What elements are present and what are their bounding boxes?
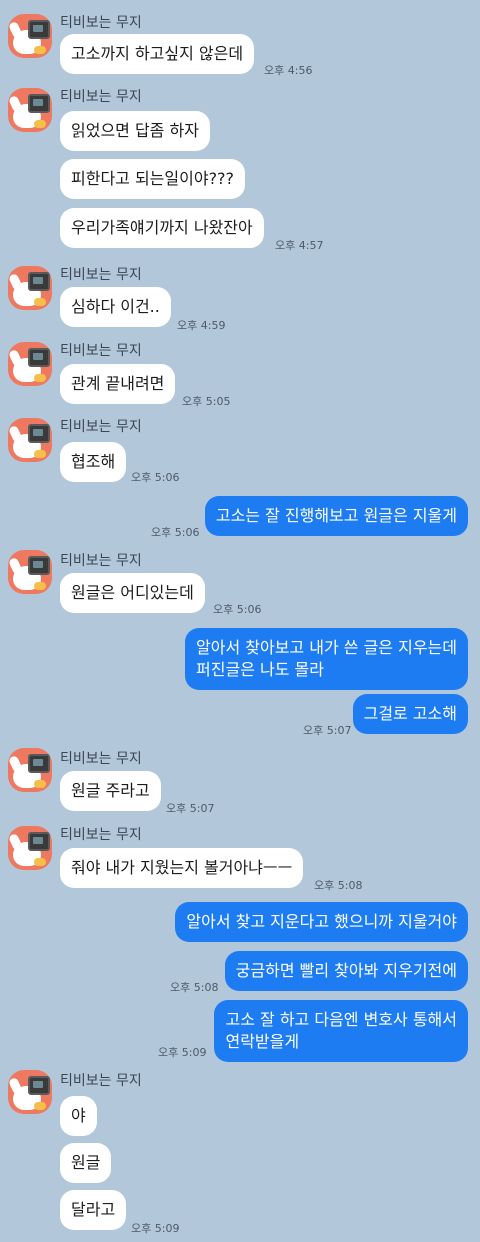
message-time: 오후 5:07 xyxy=(303,724,352,737)
message-bubble-outgoing[interactable]: 알아서 찾고 지운다고 했으니까 지울거야 xyxy=(175,902,468,942)
contact-avatar[interactable] xyxy=(8,342,52,386)
tv-icon xyxy=(28,272,50,291)
tv-icon xyxy=(28,1076,50,1095)
message-bubble-incoming[interactable]: 협조해 xyxy=(60,442,127,482)
message-bubble-outgoing[interactable]: 고소는 잘 진행해보고 원글은 지울게 xyxy=(204,496,468,536)
tv-icon xyxy=(28,424,50,443)
contact-avatar[interactable] xyxy=(8,826,52,870)
avatar-foot xyxy=(34,780,46,788)
message-bubble-incoming[interactable]: 야 xyxy=(60,1096,97,1136)
message-bubble-incoming[interactable]: 피한다고 되는일이야??? xyxy=(60,159,246,199)
avatar-foot xyxy=(34,582,46,590)
message-bubble-incoming[interactable]: 심하다 이건.. xyxy=(60,287,171,327)
message-bubble-incoming[interactable]: 원글 주라고 xyxy=(60,771,161,811)
contact-avatar[interactable] xyxy=(8,266,52,310)
contact-avatar[interactable] xyxy=(8,88,52,132)
avatar-foot xyxy=(34,858,46,866)
message-bubble-incoming[interactable]: 원글은 어디있는데 xyxy=(60,573,205,613)
message-line: 고소 잘 하고 다음엔 변호사 통해서 xyxy=(225,1010,457,1029)
message-line: 연락받을게 xyxy=(225,1032,300,1051)
message-time: 오후 5:08 xyxy=(314,879,363,892)
tv-icon xyxy=(28,556,50,575)
avatar-foot xyxy=(34,120,46,128)
avatar-foot xyxy=(34,46,46,54)
tv-icon xyxy=(28,94,50,113)
message-time: 오후 5:06 xyxy=(213,603,262,616)
message-line: 알아서 찾아보고 내가 쓴 글은 지우는데 xyxy=(196,638,457,657)
message-time: 오후 5:07 xyxy=(166,802,215,815)
tv-icon xyxy=(28,832,50,851)
message-bubble-incoming[interactable]: 관계 끝내려면 xyxy=(60,364,176,404)
sender-name: 티비보는 무지 xyxy=(60,553,142,569)
message-time: 오후 5:06 xyxy=(151,526,200,539)
message-time: 오후 4:56 xyxy=(264,64,313,77)
message-bubble-outgoing[interactable]: 그걸로 고소해 xyxy=(352,694,468,734)
sender-name: 티비보는 무지 xyxy=(60,267,142,283)
contact-avatar[interactable] xyxy=(8,1070,52,1114)
message-time: 오후 5:09 xyxy=(158,1046,207,1059)
message-bubble-incoming[interactable]: 고소까지 하고싶지 않은데 xyxy=(60,34,255,74)
contact-avatar[interactable] xyxy=(8,550,52,594)
sender-name: 티비보는 무지 xyxy=(60,419,142,435)
message-line: 퍼진글은 나도 몰라 xyxy=(196,660,324,679)
avatar-foot xyxy=(34,450,46,458)
message-time: 오후 4:59 xyxy=(177,319,226,332)
tv-icon xyxy=(28,20,50,39)
sender-name: 티비보는 무지 xyxy=(60,827,142,843)
message-time: 오후 5:08 xyxy=(170,981,219,994)
message-bubble-outgoing[interactable]: 궁금하면 빨리 찾아봐 지우기전에 xyxy=(224,951,468,991)
message-time: 오후 5:09 xyxy=(131,1222,180,1235)
message-bubble-incoming[interactable]: 우리가족얘기까지 나왔잔아 xyxy=(60,208,264,248)
sender-name: 티비보는 무지 xyxy=(60,15,142,31)
sender-name: 티비보는 무지 xyxy=(60,89,142,105)
contact-avatar[interactable] xyxy=(8,14,52,58)
message-bubble-incoming[interactable]: 원글 xyxy=(60,1143,112,1183)
tv-icon xyxy=(28,348,50,367)
sender-name: 티비보는 무지 xyxy=(60,751,142,767)
contact-avatar[interactable] xyxy=(8,748,52,792)
sender-name: 티비보는 무지 xyxy=(60,1073,142,1089)
avatar-foot xyxy=(34,1102,46,1110)
message-bubble-outgoing[interactable]: 알아서 찾아보고 내가 쓴 글은 지우는데 퍼진글은 나도 몰라 xyxy=(185,628,468,690)
avatar-foot xyxy=(34,298,46,306)
message-bubble-incoming[interactable]: 줘야 내가 지웠는지 볼거아냐ㅡㅡ xyxy=(60,848,304,888)
message-time: 오후 4:57 xyxy=(275,239,324,252)
message-bubble-outgoing[interactable]: 고소 잘 하고 다음엔 변호사 통해서 연락받을게 xyxy=(214,1000,468,1062)
contact-avatar[interactable] xyxy=(8,418,52,462)
message-time: 오후 5:06 xyxy=(131,471,180,484)
sender-name: 티비보는 무지 xyxy=(60,343,142,359)
message-bubble-incoming[interactable]: 달라고 xyxy=(60,1190,127,1230)
avatar-foot xyxy=(34,374,46,382)
message-bubble-incoming[interactable]: 읽었으면 답좀 하자 xyxy=(60,111,210,151)
message-time: 오후 5:05 xyxy=(182,395,231,408)
tv-icon xyxy=(28,754,50,773)
